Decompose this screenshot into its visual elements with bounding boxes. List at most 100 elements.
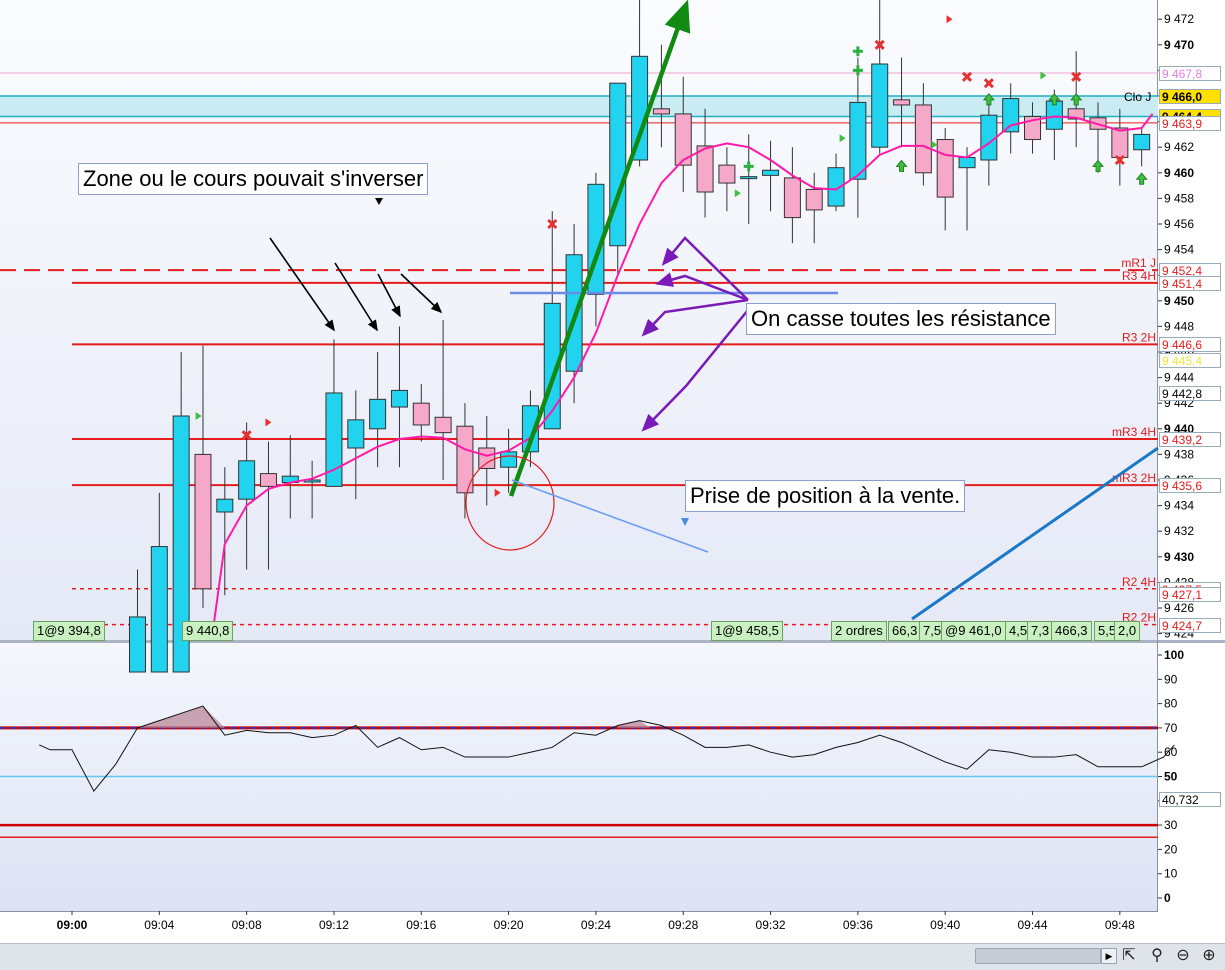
candle-body-30 (783, 177, 801, 219)
price-tick-label-5: 9 462 (1164, 140, 1194, 154)
candle-body-5 (238, 460, 256, 500)
time-tick-label-0: 09:00 (57, 918, 88, 932)
price-tag-11: 9 467,8 (1159, 65, 1221, 81)
price-tag-3: 9 439,2 (1159, 432, 1221, 448)
oscillator-value-tag: 40,732 (1159, 792, 1221, 808)
candle-body-17 (500, 451, 518, 468)
level-label-1: R3 4H (1122, 269, 1156, 283)
price-tick-label-19: 9 434 (1164, 499, 1194, 513)
order-box-10[interactable]: 466,3 (1051, 621, 1092, 641)
time-tick-label-6: 09:24 (581, 918, 611, 932)
horizontal-scrollbar[interactable]: ▶ ⇱ ⚲ ⊖ ⊕ (0, 943, 1225, 970)
order-box-5[interactable]: 66,3 (888, 621, 922, 641)
candle-body-46 (1133, 133, 1151, 151)
candle-body-29 (762, 169, 780, 176)
candle-body-35 (893, 99, 911, 106)
candle-body-27 (718, 164, 736, 184)
candle-body-34 (871, 63, 889, 148)
candle-body-36 (914, 104, 932, 174)
price-tick-label-7: 9 458 (1164, 191, 1194, 205)
osc-tick-label-7: 30 (1164, 818, 1178, 832)
price-tag-7: 9 427,1 (1159, 586, 1221, 602)
level-label-4: mR3 2H (1112, 471, 1156, 485)
order-box-1[interactable]: 1@9 394,8 (33, 621, 105, 641)
time-tick-label-3: 09:12 (319, 918, 349, 932)
level-label-5: R2 4H (1122, 575, 1156, 589)
scroll-right-button[interactable]: ▶ (1101, 948, 1117, 964)
zoom-out-icon[interactable]: ⊖ (1173, 946, 1193, 966)
candle-body-45 (1111, 127, 1129, 158)
price-tag-4: 9 435,6 (1159, 478, 1221, 494)
time-tick-label-5: 09:20 (494, 918, 524, 932)
price-tag-1: 9 451,4 (1159, 275, 1221, 291)
price-tick-label-23: 9 426 (1164, 601, 1194, 615)
price-tick-label-11: 9 450 (1164, 294, 1194, 308)
price-tick-label-8: 9 456 (1164, 217, 1194, 231)
candle-body-28 (740, 176, 758, 180)
time-tick-label-12: 09:48 (1105, 918, 1135, 932)
time-tick-label-1: 09:04 (144, 918, 174, 932)
price-tick-label-14: 9 444 (1164, 371, 1194, 385)
price-tick-label-12: 9 448 (1164, 319, 1194, 333)
osc-tick-label-2: 80 (1164, 697, 1178, 711)
price-tick-label-9: 9 454 (1164, 243, 1194, 257)
price-tick-label-6: 9 460 (1164, 166, 1194, 180)
time-tick-label-4: 09:16 (406, 918, 436, 932)
price-tag-13: 9 442,8 (1159, 385, 1221, 401)
candle-body-16 (478, 447, 496, 469)
osc-tick-label-1: 90 (1164, 672, 1178, 686)
candle-body-0 (128, 616, 146, 673)
annotation-break-label[interactable]: On casse toutes les résistance (746, 303, 1056, 335)
osc-tick-label-4: 60 (1164, 745, 1178, 759)
annotation-zone-label[interactable]: Zone ou le cours pouvait s'inverser (78, 163, 429, 195)
price-tag-8: 9 466,0 (1159, 89, 1221, 104)
osc-tick-label-5: 50 (1164, 770, 1178, 784)
candle-body-31 (805, 188, 823, 211)
scroll-thumb[interactable] (975, 948, 1101, 964)
zoom-fit-icon[interactable]: ⚲ (1147, 946, 1167, 966)
order-box-9[interactable]: 7,3 (1027, 621, 1054, 641)
close-label: Clo J (1124, 90, 1151, 104)
time-tick-label-7: 09:28 (668, 918, 698, 932)
osc-tick-label-8: 20 (1164, 842, 1178, 856)
candle-body-13 (412, 402, 430, 426)
price-tag-2: 9 446,6 (1159, 337, 1221, 353)
candle-body-42 (1045, 100, 1063, 130)
order-box-2[interactable]: 9 440,8 (182, 621, 234, 641)
time-tick-label-10: 09:40 (930, 918, 960, 932)
candle-body-10 (347, 419, 365, 449)
price-tag-6: 9 424,7 (1159, 617, 1221, 633)
candle-body-11 (369, 398, 387, 430)
candle-body-40 (1002, 98, 1020, 133)
time-tick-label-9: 09:36 (843, 918, 873, 932)
price-tick-label-20: 9 432 (1164, 524, 1194, 538)
price-tag-10: 9 463,9 (1159, 115, 1221, 131)
price-tick-label-21: 9 430 (1164, 550, 1194, 564)
chart-canvas[interactable]: Clo J mR1 JR3 4HR3 2HmR3 4HmR3 2HR2 4HR2… (0, 0, 1225, 969)
order-box-3[interactable]: 1@9 458,5 (711, 621, 783, 641)
price-tick-label-17: 9 438 (1164, 447, 1194, 461)
zoom-in-icon[interactable]: ⊕ (1199, 946, 1219, 966)
candle-body-3 (194, 453, 212, 590)
time-tick-label-8: 09:32 (756, 918, 786, 932)
price-tick-label-0: 9 472 (1164, 12, 1194, 26)
time-tick-label-2: 09:08 (232, 918, 262, 932)
time-tick-label-11: 09:44 (1018, 918, 1048, 932)
order-box-12[interactable]: 2,0 (1114, 621, 1141, 641)
candle-body-26 (696, 145, 714, 193)
osc-tick-label-10: 0 (1164, 891, 1171, 905)
price-tag-12: 9 445,4 (1159, 352, 1221, 368)
candle-body-33 (849, 101, 867, 180)
candle-body-37 (936, 139, 954, 198)
level-label-3: mR3 4H (1112, 425, 1156, 439)
order-box-7[interactable]: @9 461,0 (941, 621, 1006, 641)
candle-body-4 (216, 498, 234, 513)
candle-body-6 (259, 473, 277, 487)
osc-tick-label-0: 100 (1164, 648, 1184, 662)
osc-tick-label-9: 10 (1164, 867, 1178, 881)
pointer-icon[interactable]: ⇱ (1119, 946, 1139, 966)
order-box-4[interactable]: 2 ordres (831, 621, 887, 641)
annotation-sell-label[interactable]: Prise de position à la vente. (685, 480, 966, 512)
candle-body-24 (652, 108, 670, 115)
candle-body-1 (150, 546, 168, 673)
